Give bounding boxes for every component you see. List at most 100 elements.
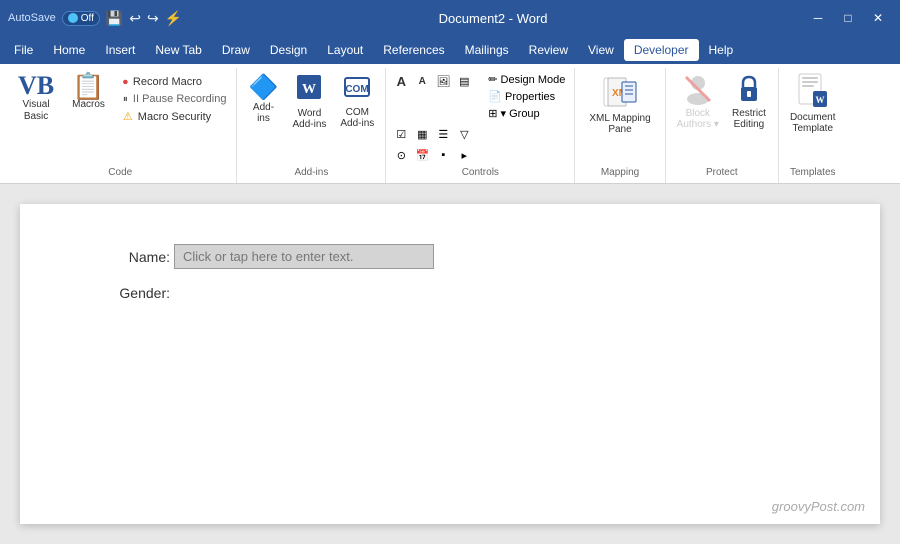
svg-text:COM: COM [346, 84, 369, 95]
undo-icon[interactable]: ↩ [129, 10, 141, 27]
controls-grid-third: ⊙ 📅 ▪ ▸ [392, 146, 475, 164]
properties-button[interactable]: 📄 Properties [485, 89, 568, 104]
block-authors-label: BlockAuthors ▾ [677, 108, 719, 130]
menu-layout[interactable]: Layout [317, 39, 373, 61]
code-group-content: VB VisualBasic 📋 Macros ⏺ Record Macro ⏸… [10, 70, 230, 164]
close-button[interactable]: ✕ [864, 4, 892, 32]
autosave-toggle[interactable]: Off [62, 11, 100, 26]
block-authors-button[interactable]: BlockAuthors ▾ [672, 70, 724, 133]
minimize-button[interactable]: ─ [804, 4, 832, 32]
group-icon: ⊞ [488, 107, 497, 120]
ctrl-list[interactable]: ☰ [434, 125, 452, 143]
restrict-editing-icon [733, 73, 765, 108]
menubar: File Home Insert New Tab Draw Design Lay… [0, 36, 900, 64]
ribbon-group-controls: A A 🖼 ▤ ✏ Design Mode 📄 Properties [386, 68, 575, 183]
controls-right-stack: ✏ Design Mode 📄 Properties ⊞ ▾ Group [485, 72, 568, 121]
name-field-row: Name: Click or tap here to enter text. [100, 244, 800, 269]
pause-recording-button[interactable]: ⏸ II Pause Recording [119, 91, 231, 107]
menu-view[interactable]: View [578, 39, 624, 61]
code-right-stack: ⏺ Record Macro ⏸ II Pause Recording ⚠ Ma… [119, 70, 231, 125]
menu-references[interactable]: References [373, 39, 454, 61]
customize-icon[interactable]: ⚡ [165, 10, 182, 27]
design-mode-label: Design Mode [501, 74, 566, 86]
addins-group-label: Add-ins [243, 164, 379, 181]
ctrl-block2[interactable]: ▪ [434, 146, 452, 164]
macro-security-label: Macro Security [138, 111, 211, 123]
visual-basic-button[interactable]: VB VisualBasic [10, 70, 62, 126]
ctrl-aa-big[interactable]: A [392, 72, 410, 90]
ctrl-more[interactable]: ▸ [455, 146, 473, 164]
controls-icons-row: A A 🖼 ▤ ✏ Design Mode 📄 Properties [392, 72, 568, 121]
toggle-dot [68, 13, 78, 23]
ribbon-group-templates: W DocumentTemplate Templates [779, 68, 847, 183]
code-group-label: Code [10, 164, 230, 181]
group-label: ▾ Group [501, 107, 540, 120]
document-template-label: DocumentTemplate [790, 112, 836, 134]
menu-review[interactable]: Review [519, 39, 578, 61]
com-addins-label: COMAdd-ins [340, 107, 374, 129]
vb-icon: VB [18, 73, 54, 99]
maximize-button[interactable]: □ [834, 4, 862, 32]
word-addins-button[interactable]: W WordAdd-ins [287, 70, 331, 133]
ctrl-aa-small[interactable]: A [413, 72, 431, 90]
ctrl-check[interactable]: ☑ [392, 125, 410, 143]
save-icon[interactable]: 💾 [106, 10, 123, 27]
pause-recording-label: II Pause Recording [133, 93, 227, 105]
group-button[interactable]: ⊞ ▾ Group [485, 106, 568, 121]
svg-text:W: W [815, 95, 824, 105]
mapping-group-content: XML XML MappingPane [581, 70, 658, 164]
protect-group-content: BlockAuthors ▾ RestrictEditing [672, 70, 772, 164]
mapping-group-label: Mapping [581, 164, 658, 181]
name-placeholder: Click or tap here to enter text. [183, 249, 354, 264]
menu-file[interactable]: File [4, 39, 43, 61]
redo-icon[interactable]: ↪ [147, 10, 159, 27]
ctrl-table[interactable]: ▦ [413, 125, 431, 143]
design-mode-button[interactable]: ✏ Design Mode [485, 72, 568, 87]
templates-group-content: W DocumentTemplate [785, 70, 841, 164]
document-template-button[interactable]: W DocumentTemplate [785, 70, 841, 137]
addins-button[interactable]: 🔷 Add-ins [243, 70, 283, 127]
menu-mailings[interactable]: Mailings [455, 39, 519, 61]
menu-design[interactable]: Design [260, 39, 317, 61]
design-mode-icon: ✏ [488, 73, 497, 86]
ctrl-combo[interactable]: ▽ [455, 125, 473, 143]
watermark: groovyPost.com [772, 499, 865, 514]
ribbon-group-mapping: XML XML MappingPane Mapping [575, 68, 665, 183]
menu-draw[interactable]: Draw [212, 39, 260, 61]
addins-group-content: 🔷 Add-ins W WordAdd-ins COM [243, 70, 379, 164]
macro-security-button[interactable]: ⚠ Macro Security [119, 108, 231, 125]
menu-developer[interactable]: Developer [624, 39, 699, 61]
menu-newtab[interactable]: New Tab [145, 39, 211, 61]
menu-home[interactable]: Home [43, 39, 95, 61]
gender-field-row: Gender: [100, 285, 800, 301]
xml-mapping-button[interactable]: XML XML MappingPane [581, 70, 658, 139]
properties-label: Properties [505, 91, 555, 103]
app-title: Document2 - Word [439, 11, 548, 26]
menu-insert[interactable]: Insert [95, 39, 145, 61]
properties-icon: 📄 [488, 90, 502, 103]
record-icon: ⏺ [123, 77, 128, 88]
document-area: Name: Click or tap here to enter text. G… [0, 184, 900, 544]
block-authors-icon [682, 73, 714, 108]
ctrl-image[interactable]: 🖼 [434, 72, 452, 90]
record-macro-label: Record Macro [133, 76, 202, 88]
ctrl-box[interactable]: ▤ [455, 72, 473, 90]
svg-text:W: W [302, 82, 316, 97]
com-addins-button[interactable]: COM COMAdd-ins [335, 70, 379, 132]
templates-group-label: Templates [785, 164, 841, 181]
ctrl-radio[interactable]: ⊙ [392, 146, 410, 164]
ribbon-group-addins: 🔷 Add-ins W WordAdd-ins COM [237, 68, 386, 183]
window-controls: ─ □ ✕ [804, 4, 892, 32]
controls-grid-bottom: ☑ ▦ ☰ ▽ [392, 125, 475, 143]
restrict-editing-button[interactable]: RestrictEditing [726, 70, 772, 133]
ctrl-date[interactable]: 📅 [413, 146, 431, 164]
name-input[interactable]: Click or tap here to enter text. [174, 244, 434, 269]
macros-button[interactable]: 📋 Macros [64, 70, 113, 113]
controls-grid-top: A A 🖼 ▤ [392, 72, 475, 121]
menu-help[interactable]: Help [699, 39, 744, 61]
addins-icon: 🔷 [249, 73, 279, 102]
ribbon-group-code: VB VisualBasic 📋 Macros ⏺ Record Macro ⏸… [4, 68, 237, 183]
record-macro-button[interactable]: ⏺ Record Macro [119, 74, 231, 90]
ribbon-group-protect: BlockAuthors ▾ RestrictEditing Protect [666, 68, 779, 183]
document-template-icon: W [797, 73, 829, 112]
